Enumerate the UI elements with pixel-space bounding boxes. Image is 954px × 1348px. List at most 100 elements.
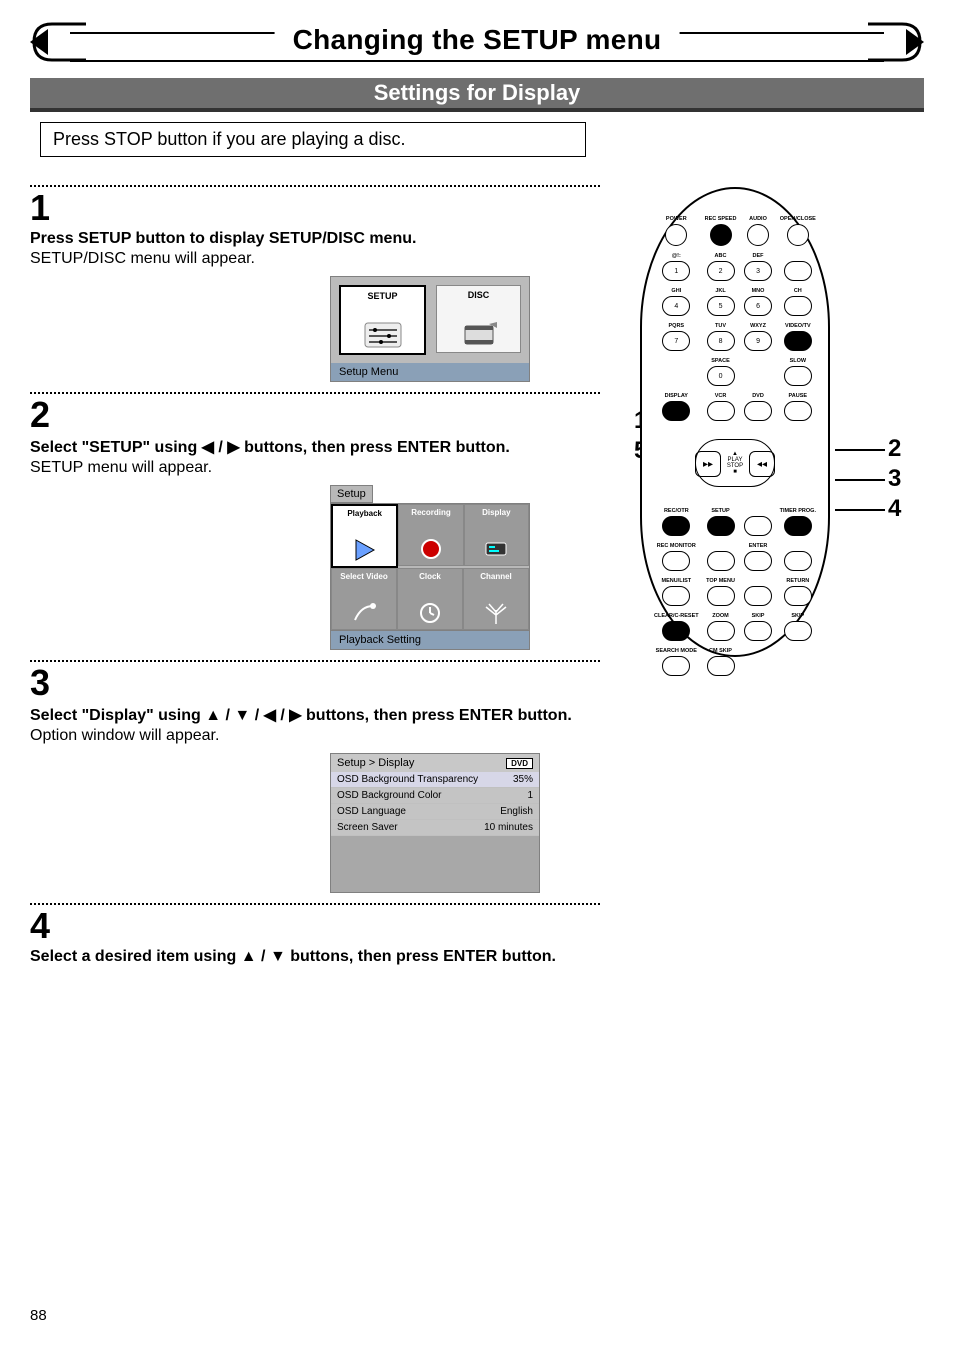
title-bracket-right-icon <box>868 20 924 64</box>
remote-button <box>784 551 812 571</box>
step-1-heading: Press SETUP button to display SETUP/DISC… <box>30 230 600 248</box>
remote-button-label: CM SKIP <box>709 647 732 655</box>
cable-plug-icon <box>351 600 377 626</box>
remote-button-label: RETURN <box>786 577 809 585</box>
osd1-footer: Setup Menu <box>331 363 529 381</box>
callout-3: 3 <box>888 465 901 493</box>
right-arrow-icon: ▶ <box>289 707 301 724</box>
remote-button <box>747 224 769 246</box>
antenna-icon <box>483 600 509 626</box>
remote-button-cell: SPACE0 <box>707 357 735 386</box>
remote-button-label: CLEAR/C-RESET <box>654 612 699 620</box>
remote-button <box>784 366 812 386</box>
remote-button-cell: POWER <box>665 215 687 246</box>
step-3-body: Option window will appear. <box>30 727 600 745</box>
osd2-cell-playback: Playback <box>331 504 398 568</box>
remote-button-cell: @!:1 <box>662 252 690 281</box>
remote-button-label: VIDEO/TV <box>785 322 811 330</box>
step-3-heading: Select "Display" using ▲ / ▼ / ◀ / ▶ but… <box>30 705 600 725</box>
remote-button <box>784 261 812 281</box>
remote-button-cell: MENU/LIST <box>661 577 691 606</box>
remote-button-cell: CLEAR/C-RESET <box>654 612 699 641</box>
remote-button <box>784 621 812 641</box>
remote-button-cell: DISPLAY <box>662 392 690 421</box>
remote-button <box>744 621 772 641</box>
remote-button: 8 <box>707 331 735 351</box>
remote-button-cell <box>707 542 735 571</box>
remote-button <box>787 224 809 246</box>
remote-button: 0 <box>707 366 735 386</box>
remote-button-label: SKIP <box>752 612 765 620</box>
remote-button-label: OPEN/CLOSE <box>780 215 816 223</box>
remote-button-label: SKIP <box>791 612 804 620</box>
remote-button <box>662 621 690 641</box>
osd-tile-setup-label: SETUP <box>367 291 397 301</box>
osd3-item-bgcolor: OSD Background Color 1 <box>331 788 539 804</box>
divider <box>30 660 600 663</box>
down-arrow-icon: ▼ <box>234 707 250 724</box>
osd-setup-disc-menu: SETUP DISC Setup Menu <box>330 276 530 382</box>
title-bracket-left-icon <box>30 20 86 64</box>
remote-button-cell: WXYZ9 <box>744 322 772 351</box>
page-number: 88 <box>30 1307 47 1324</box>
remote-button <box>662 586 690 606</box>
remote-button-cell: TUV8 <box>707 322 735 351</box>
remote-button-cell: DEF3 <box>744 252 772 281</box>
remote-button <box>707 516 735 536</box>
remote-button <box>707 586 735 606</box>
remote-button-cell: RETURN <box>784 577 812 606</box>
osd-tile-disc-label: DISC <box>468 290 490 300</box>
display-panel-icon <box>483 536 509 562</box>
step-4-heading: Select a desired item using ▲ / ▼ button… <box>30 948 600 966</box>
remote-button-label: TOP MENU <box>706 577 735 585</box>
remote-button: 4 <box>662 296 690 316</box>
remote-button-cell: AUDIO <box>747 215 769 246</box>
remote-button-cell: GHI4 <box>662 287 690 316</box>
osd2-cell-recording: Recording <box>398 504 463 566</box>
remote-button-cell <box>744 507 772 536</box>
remote-button-label: REC/OTR <box>664 507 689 515</box>
remote-button-label: AUDIO <box>749 215 767 223</box>
remote-button-cell: JKL5 <box>707 287 735 316</box>
remote-button-label: VCR <box>715 392 727 400</box>
remote-button <box>784 516 812 536</box>
ffwd-button: ▸▸ <box>695 451 721 477</box>
osd2-footer: Playback Setting <box>330 631 530 650</box>
step-2-body: SETUP menu will appear. <box>30 459 600 477</box>
page-title-band: Changing the SETUP menu <box>30 24 924 68</box>
left-arrow-icon: ◀ <box>264 707 276 724</box>
remote-button-cell <box>784 252 812 281</box>
remote-button-cell: SETUP <box>707 507 735 536</box>
remote-button-label: POWER <box>666 215 687 223</box>
remote-button-cell: TOP MENU <box>706 577 735 606</box>
remote-button-cell: VCR <box>707 392 735 421</box>
page-title: Changing the SETUP menu <box>275 24 680 56</box>
play-triangle-icon <box>352 537 378 563</box>
remote-button-label: GHI <box>671 287 681 295</box>
remote-button-cell: OPEN/CLOSE <box>780 215 816 246</box>
osd-display-options: Setup > Display DVD OSD Background Trans… <box>330 753 540 893</box>
remote-button-cell <box>744 577 772 606</box>
remote-button-cell: DVD <box>744 392 772 421</box>
up-arrow-icon: ▲ <box>205 707 221 724</box>
section-heading: Settings for Display <box>30 78 924 112</box>
remote-button-cell: ZOOM <box>707 612 735 641</box>
remote-button-label: SEARCH MODE <box>656 647 697 655</box>
remote-button-label: CH <box>794 287 802 295</box>
left-arrow-icon: ◀ <box>202 439 214 456</box>
remote-button-cell: ABC2 <box>707 252 735 281</box>
remote-button-label: MNO <box>752 287 765 295</box>
remote-button-cell: SKIP <box>744 612 772 641</box>
remote-button-label: ZOOM <box>712 612 729 620</box>
osd2-cell-channel: Channel <box>463 568 529 630</box>
remote-button-label: MENU/LIST <box>661 577 691 585</box>
remote-button-label: DEF <box>753 252 764 260</box>
remote-button: 9 <box>744 331 772 351</box>
remote-button-label: REC MONITOR <box>657 542 696 550</box>
remote-button <box>744 586 772 606</box>
remote-button <box>707 401 735 421</box>
remote-button: 5 <box>707 296 735 316</box>
right-arrow-icon: ▶ <box>227 439 239 456</box>
remote-button-label: ABC <box>715 252 727 260</box>
remote-button-label: SLOW <box>790 357 807 365</box>
